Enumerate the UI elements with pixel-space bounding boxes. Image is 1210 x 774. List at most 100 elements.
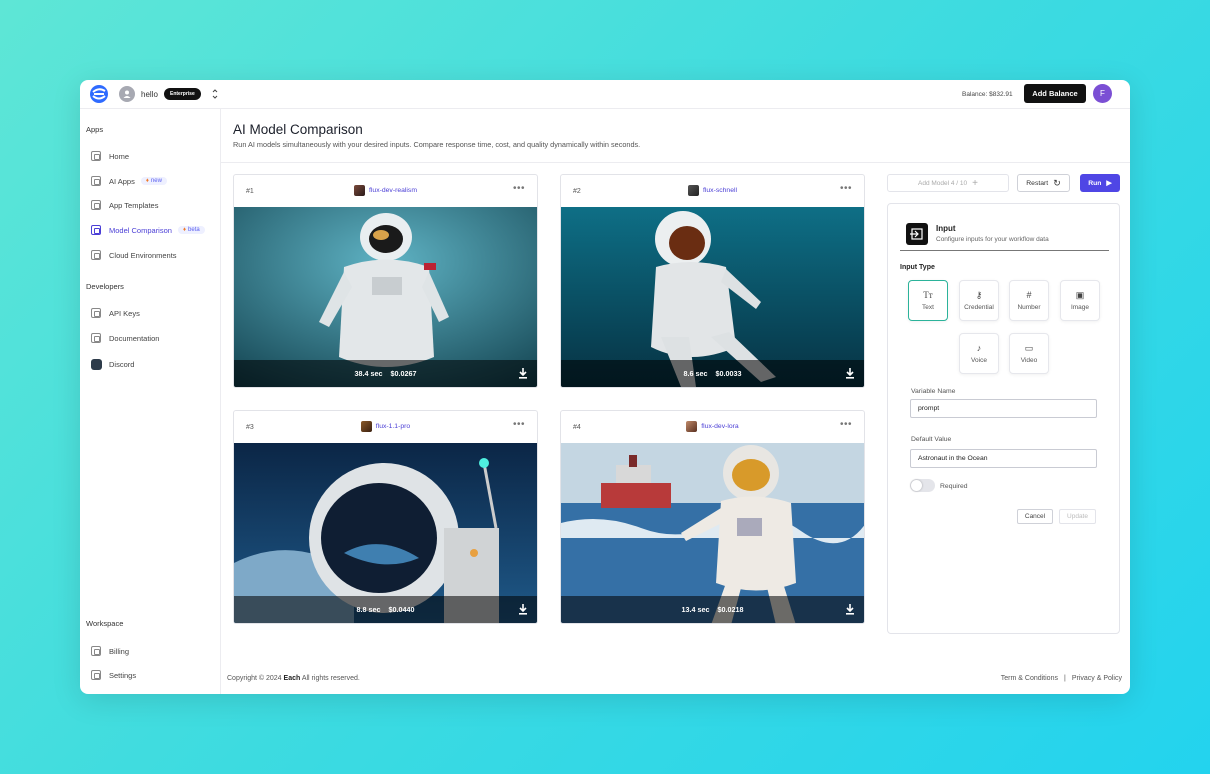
restart-label: Restart <box>1026 179 1049 187</box>
sidebar-item-cloud-environments[interactable]: Cloud Environments <box>91 248 177 262</box>
add-balance-button[interactable]: Add Balance <box>1024 84 1086 103</box>
download-icon[interactable] <box>845 368 855 379</box>
document-icon <box>91 333 101 343</box>
more-icon[interactable]: ••• <box>840 183 852 194</box>
key-icon <box>91 308 101 318</box>
update-button[interactable]: Update <box>1059 509 1096 524</box>
panel-subtitle: Configure inputs for your workflow data <box>936 236 1049 243</box>
model-result-card: #3 flux-1.1-pro ••• 8.8 sec $0.0440 <box>233 410 538 624</box>
response-cost: $0.0267 <box>390 369 417 378</box>
response-cost: $0.0033 <box>715 369 742 378</box>
restart-button[interactable]: Restart ↻ <box>1017 174 1070 192</box>
sidebar-item-model-comparison[interactable]: Model Comparison ♦ beta <box>91 223 205 237</box>
model-name: flux-schnell <box>703 187 737 194</box>
model-name: flux-dev-realism <box>369 187 417 194</box>
more-icon[interactable]: ••• <box>840 419 852 430</box>
sidebar-item-label: Billing <box>109 646 130 656</box>
result-stats: 38.4 sec $0.0267 <box>234 360 537 387</box>
privacy-link[interactable]: Privacy & Policy <box>1072 675 1122 682</box>
response-time: 8.6 sec <box>683 369 708 378</box>
sidebar-item-api-keys[interactable]: API Keys <box>91 306 140 320</box>
divider <box>900 250 1109 251</box>
profile-avatar[interactable]: F <box>1093 84 1112 103</box>
generated-image[interactable]: 8.6 sec $0.0033 <box>561 207 864 387</box>
sidebar-item-label: Model Comparison <box>109 225 172 235</box>
response-time: 38.4 sec <box>354 369 383 378</box>
terms-link[interactable]: Term & Conditions <box>1001 675 1058 682</box>
divider <box>221 162 1130 163</box>
sidebar-item-settings[interactable]: Settings <box>91 668 136 682</box>
microphone-icon: ♪ <box>976 343 982 353</box>
generated-image[interactable]: 13.4 sec $0.0218 <box>561 443 864 623</box>
user-avatar[interactable] <box>119 86 135 102</box>
cloud-icon <box>91 250 101 260</box>
person-icon <box>123 90 131 98</box>
variable-name-input[interactable]: prompt <box>910 399 1097 418</box>
play-icon: ▶ <box>1106 180 1112 187</box>
model-name: flux-dev-lora <box>701 423 739 430</box>
type-label: Credential <box>964 304 994 311</box>
sidebar-section-workspace: Workspace <box>86 619 124 628</box>
cancel-button[interactable]: Cancel <box>1017 509 1053 524</box>
app-window: hello Enterprise Balance: $832.91 Add Ba… <box>80 80 1130 694</box>
sidebar-item-home[interactable]: Home <box>91 149 129 163</box>
sidebar-item-label: API Keys <box>109 308 140 318</box>
type-number-button[interactable]: # Number <box>1009 280 1049 321</box>
required-label: Required <box>940 483 968 490</box>
billing-icon <box>91 646 101 656</box>
beta-badge: ♦ beta <box>177 226 205 234</box>
sidebar-item-documentation[interactable]: Documentation <box>91 331 159 345</box>
sidebar-item-label: Discord <box>109 359 135 369</box>
workspace-name[interactable]: hello <box>141 90 158 99</box>
top-bar: hello Enterprise Balance: $832.91 Add Ba… <box>80 80 1130 109</box>
footer-links: Term & Conditions | Privacy & Policy <box>1001 675 1122 682</box>
flame-icon: ♦ <box>145 178 149 184</box>
more-icon[interactable]: ••• <box>513 419 525 430</box>
generated-image[interactable]: 8.8 sec $0.0440 <box>234 443 537 623</box>
key-icon: ⚷ <box>975 290 983 300</box>
type-voice-button[interactable]: ♪ Voice <box>959 333 999 374</box>
balance-text: Balance: $832.91 <box>962 91 1013 98</box>
type-text-button[interactable]: Tт Text <box>908 280 948 321</box>
more-icon[interactable]: ••• <box>513 183 525 194</box>
type-video-button[interactable]: ▭ Video <box>1009 333 1049 374</box>
sidebar-item-label: Documentation <box>109 333 160 343</box>
sidebar-item-label: Settings <box>109 670 137 680</box>
app-logo-icon[interactable] <box>89 84 109 104</box>
type-image-button[interactable]: ▣ Image <box>1060 280 1100 321</box>
sidebar-item-ai-apps[interactable]: AI Apps ♦ new <box>91 174 167 188</box>
add-model-button[interactable]: Add Model 4 / 10 + <box>887 174 1009 192</box>
model-label[interactable]: flux-dev-lora <box>561 421 864 432</box>
sidebar-section-developers: Developers <box>86 282 124 291</box>
gear-icon <box>91 670 101 680</box>
model-label[interactable]: flux-1.1-pro <box>234 421 537 432</box>
required-toggle[interactable] <box>910 479 935 492</box>
type-credential-button[interactable]: ⚷ Credential <box>959 280 999 321</box>
flame-icon: ♦ <box>182 227 187 233</box>
generated-image[interactable]: 38.4 sec $0.0267 <box>234 207 537 387</box>
model-avatar <box>354 185 366 196</box>
chevron-updown-icon[interactable] <box>211 88 219 100</box>
input-type-label: Input Type <box>900 264 935 271</box>
page-title: AI Model Comparison <box>233 122 363 137</box>
sidebar-item-billing[interactable]: Billing <box>91 644 129 658</box>
copyright-prefix: Copyright © 2024 <box>227 675 282 682</box>
download-icon[interactable] <box>845 604 855 615</box>
plus-icon: + <box>972 177 978 189</box>
sidebar-item-discord[interactable]: Discord <box>91 357 134 371</box>
text-icon: Tт <box>923 290 933 300</box>
response-cost: $0.0218 <box>717 605 744 614</box>
sidebar-item-label: Home <box>109 151 130 161</box>
run-button[interactable]: Run ▶ <box>1080 174 1120 192</box>
footer-separator: | <box>1063 675 1066 682</box>
model-label[interactable]: flux-schnell <box>561 185 864 196</box>
download-icon[interactable] <box>518 368 528 379</box>
default-value-input[interactable]: Astronaut in the Ocean <box>910 449 1097 468</box>
download-icon[interactable] <box>518 604 528 615</box>
video-icon: ▭ <box>1024 343 1034 353</box>
sidebar-item-app-templates[interactable]: App Templates <box>91 198 158 212</box>
brand-name: Each <box>283 675 301 682</box>
type-label: Voice <box>971 357 987 364</box>
model-label[interactable]: flux-dev-realism <box>234 185 537 196</box>
compare-icon <box>91 225 101 235</box>
